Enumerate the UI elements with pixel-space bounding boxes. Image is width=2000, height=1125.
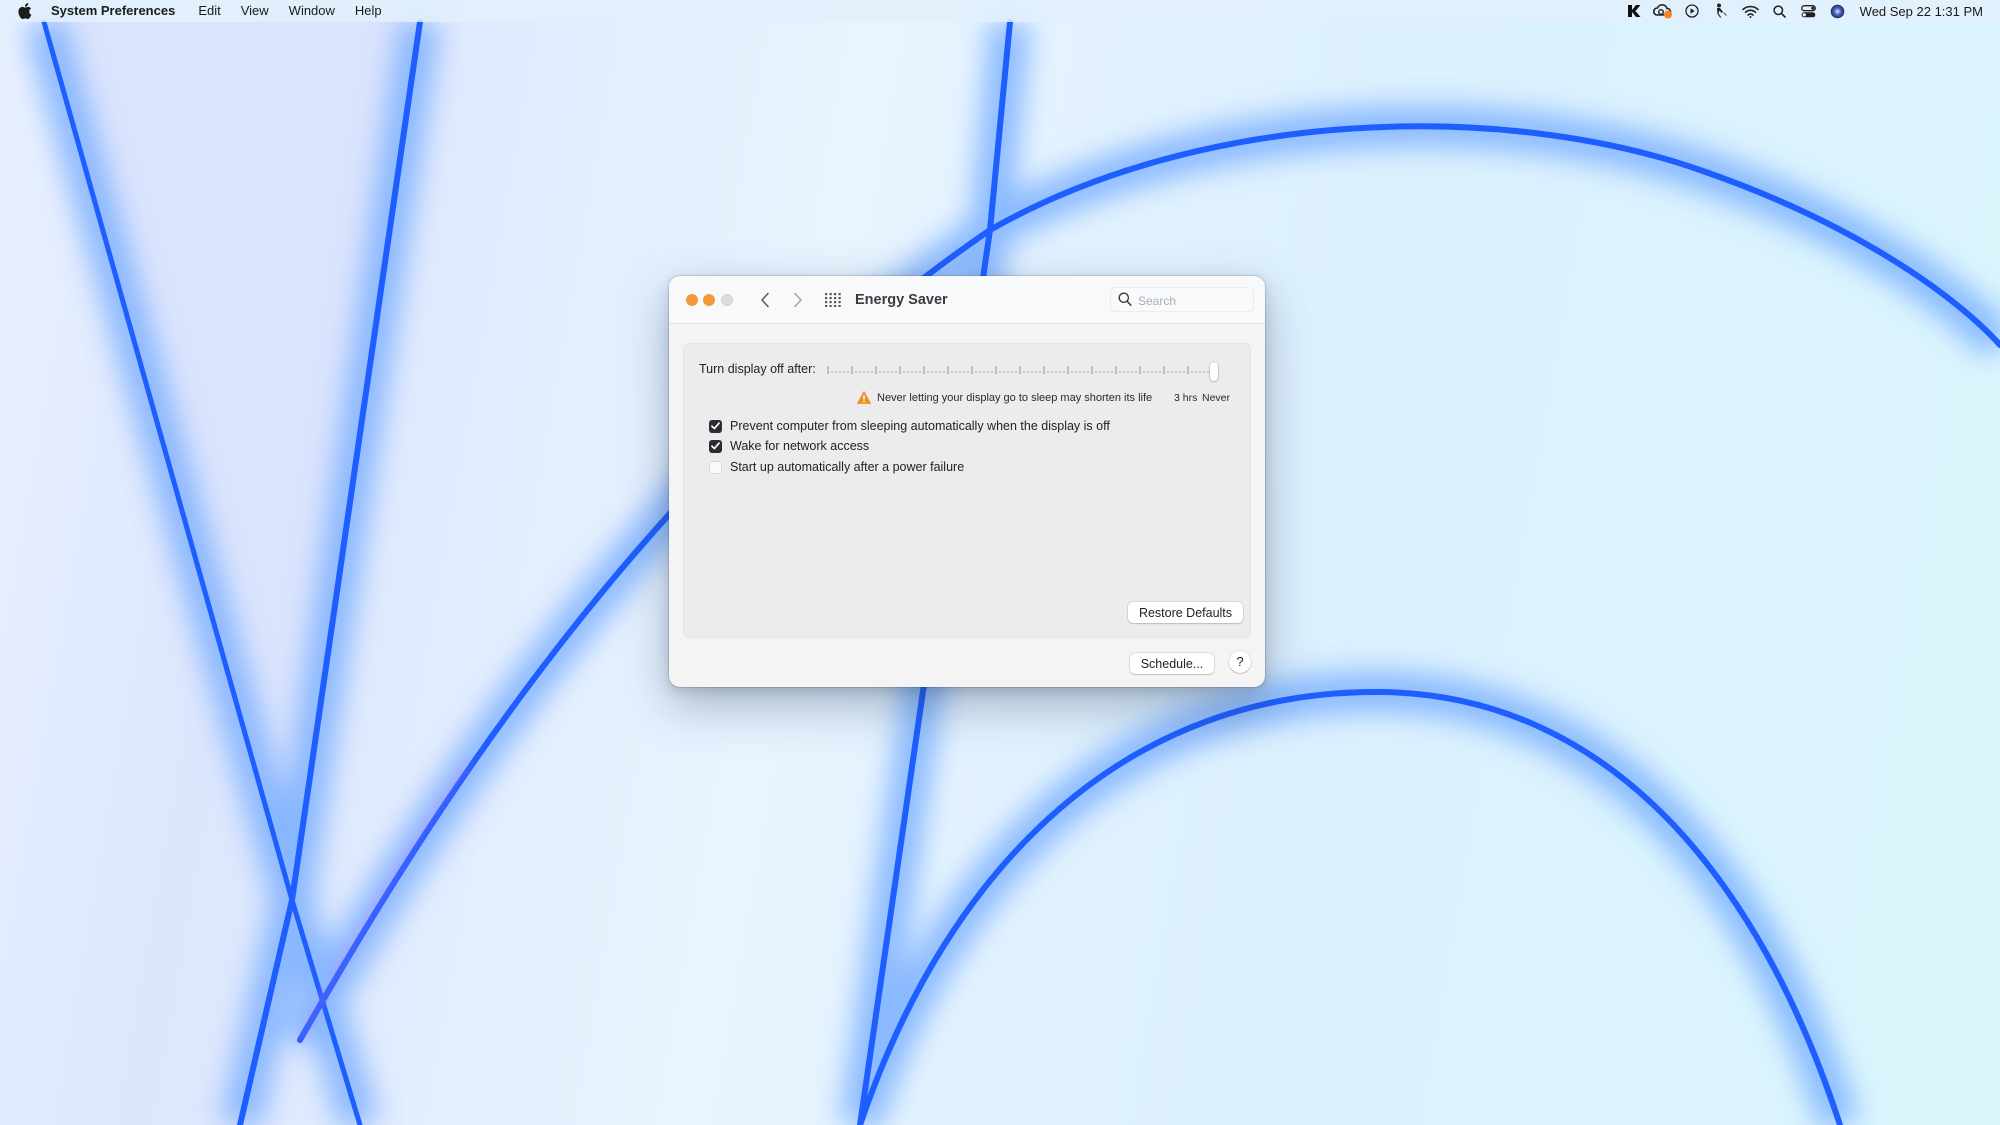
back-button[interactable]: [754, 288, 776, 312]
slider-tick: [875, 366, 877, 374]
slider-tick: [851, 366, 853, 374]
tick-label-3hrs: 3 hrs: [1174, 392, 1198, 404]
slider-tick: [1043, 366, 1045, 374]
checkmark-icon: [711, 442, 720, 450]
forward-button[interactable]: [787, 288, 809, 312]
menu-clock[interactable]: Wed Sep 22 1:31 PM: [1860, 4, 1983, 19]
slider-tick: [995, 366, 997, 374]
chevron-right-icon: [794, 292, 802, 308]
minimize-button[interactable]: [703, 294, 715, 306]
option-prevent-sleep[interactable]: Prevent computer from sleeping automatic…: [709, 419, 1110, 433]
menu-edit[interactable]: Edit: [188, 0, 230, 22]
wake-network-checkbox[interactable]: [709, 439, 722, 453]
apple-logo-icon[interactable]: [18, 3, 32, 19]
restore-defaults-button[interactable]: Restore Defaults: [1128, 602, 1243, 623]
slider-tick: [1187, 366, 1189, 374]
slider-tick: [923, 366, 925, 374]
chevron-left-icon: [761, 292, 769, 308]
wake-network-label: Wake for network access: [730, 439, 870, 453]
display-off-label: Turn display off after:: [699, 362, 816, 376]
display-off-slider-knob[interactable]: [1210, 362, 1218, 381]
warning-text: Never letting your display go to sleep m…: [877, 391, 1153, 404]
energy-saver-window: Energy Saver Turn display off after: Nev…: [669, 276, 1265, 687]
option-startup-power-failure[interactable]: Start up automatically after a power fai…: [709, 460, 964, 474]
search-icon: [1118, 292, 1132, 312]
startup-power-failure-checkbox[interactable]: [709, 460, 722, 474]
grid-icon: [825, 293, 841, 307]
spotlight-search-icon[interactable]: [1769, 0, 1789, 22]
menu-window[interactable]: Window: [279, 0, 345, 22]
display-off-slider-track[interactable]: [827, 371, 1215, 373]
option-wake-network[interactable]: Wake for network access: [709, 439, 869, 453]
klokki-icon[interactable]: [1624, 0, 1644, 22]
menu-view[interactable]: View: [231, 0, 279, 22]
menu-bar: System Preferences Edit View Window Help: [0, 0, 2000, 22]
play-circle-icon[interactable]: [1682, 0, 1702, 22]
slider-tick: [1019, 366, 1021, 374]
slider-tick: [899, 366, 901, 374]
search-input[interactable]: [1136, 291, 1250, 311]
creative-cloud-icon[interactable]: [1653, 0, 1673, 22]
window-titlebar[interactable]: Energy Saver: [669, 276, 1265, 324]
control-center-icon[interactable]: [1798, 0, 1818, 22]
menu-help[interactable]: Help: [345, 0, 392, 22]
wifi-icon[interactable]: [1740, 0, 1760, 22]
slider-tick: [1067, 366, 1069, 374]
slider-tick: [1139, 366, 1141, 374]
tick-label-never: Never: [1202, 392, 1231, 404]
settings-panel: Turn display off after: Never letting yo…: [683, 343, 1251, 638]
slider-tick: [1091, 366, 1093, 374]
show-all-button[interactable]: [823, 290, 843, 310]
close-button[interactable]: [686, 294, 698, 306]
slider-tick: [827, 366, 829, 374]
search-field[interactable]: [1110, 287, 1254, 312]
voice-control-icon[interactable]: [1711, 0, 1731, 22]
startup-power-failure-label: Start up automatically after a power fai…: [730, 460, 965, 474]
slider-tick: [947, 366, 949, 374]
window-title: Energy Saver: [855, 292, 948, 308]
menu-app-name[interactable]: System Preferences: [51, 0, 188, 22]
zoom-button: [721, 294, 733, 306]
sleep-warning: Never letting your display go to sleep m…: [857, 391, 1152, 404]
warning-icon: [857, 391, 871, 404]
slider-tick: [971, 366, 973, 374]
siri-icon[interactable]: [1827, 0, 1847, 22]
prevent-sleep-checkbox[interactable]: [709, 419, 722, 433]
checkmark-icon: [711, 422, 720, 430]
schedule-button[interactable]: Schedule...: [1130, 653, 1214, 674]
prevent-sleep-label: Prevent computer from sleeping automatic…: [730, 419, 1110, 433]
slider-tick: [1163, 366, 1165, 374]
slider-tick: [1115, 366, 1117, 374]
help-button[interactable]: ?: [1229, 651, 1251, 673]
